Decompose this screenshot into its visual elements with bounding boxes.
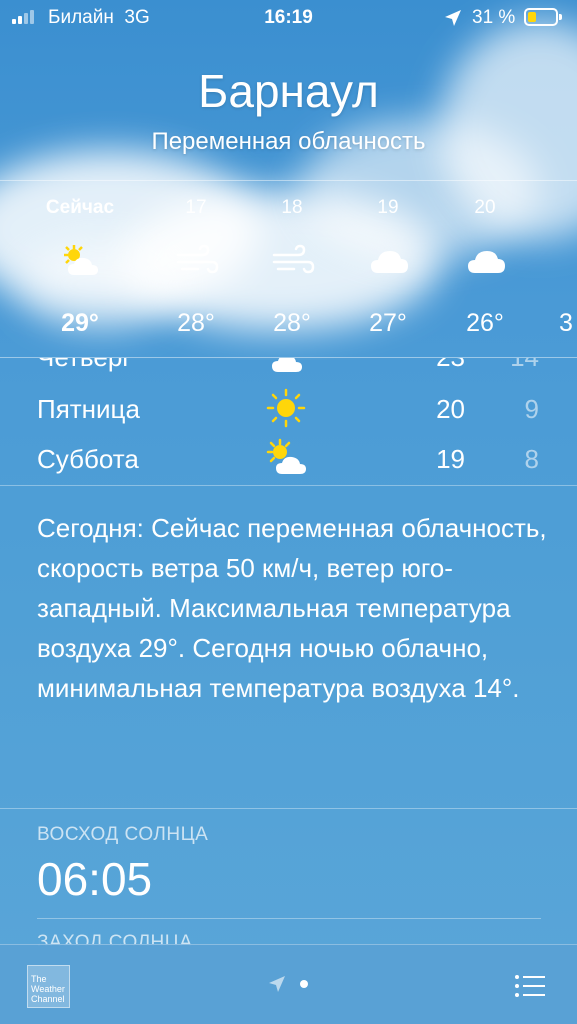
day-name: Четверг (37, 358, 132, 373)
day-high: 20 (436, 394, 465, 424)
hour-temp: 29° (61, 309, 99, 337)
battery-percent: 31 % (472, 7, 516, 28)
logo-text-line: Weather (31, 984, 65, 994)
wind-icon (272, 243, 315, 279)
battery-fill (528, 12, 536, 22)
cloud-icon (465, 243, 505, 279)
forecast-summary: Сегодня: Сейчас переменная облачность, с… (37, 513, 547, 703)
day-low: 9 (524, 394, 539, 424)
city-name: Барнаул (198, 65, 379, 117)
sunrise-value: 06:05 (37, 853, 153, 905)
divider (0, 808, 577, 809)
hour-temp: 27° (369, 309, 407, 337)
hourly-forecast[interactable]: Сейчас 29° 17 28° 18 28° 19 27° 20 26° 3 (0, 180, 577, 358)
hour-temp: 26° (466, 309, 504, 337)
daily-row: Суббота 19 8 (0, 436, 577, 485)
page-dot (300, 980, 308, 988)
location-arrow-icon (269, 976, 285, 992)
day-name: Суббота (37, 444, 139, 474)
logo-text-line: The (31, 974, 47, 984)
hour-label: 20 (474, 197, 496, 218)
day-low: 8 (524, 444, 539, 474)
city-list-icon[interactable] (514, 973, 546, 999)
sunrise-label: ВОСХОД СОЛНЦА (37, 824, 209, 845)
sun-icon (264, 388, 312, 428)
bottom-toolbar: The Weather Channel (0, 944, 577, 1024)
divider (37, 918, 541, 919)
hour-label: 18 (281, 197, 303, 218)
day-high: 23 (405, 358, 465, 373)
partly-sunny-icon (264, 358, 312, 376)
day-name: Пятница (37, 394, 140, 424)
battery-icon (524, 8, 562, 26)
day-low: 14 (499, 358, 539, 373)
hour-label: Сейчас (45, 197, 115, 218)
daily-forecast[interactable]: Четверг 23 14 Пятница 20 9 Суббота 19 8 (0, 358, 577, 486)
hour-temp: 28° (273, 309, 311, 337)
cloud-icon (368, 243, 408, 279)
hour-temp: 3 (559, 309, 573, 337)
weather-channel-logo[interactable]: The Weather Channel (27, 965, 70, 1008)
page-indicator[interactable] (268, 975, 308, 993)
day-high: 19 (436, 444, 465, 474)
current-condition: Переменная облачность (151, 128, 426, 155)
logo-text-line: Channel (31, 994, 65, 1004)
hour-label: 19 (377, 197, 399, 218)
wind-icon (176, 243, 219, 279)
partly-sunny-icon (264, 438, 312, 478)
daily-row: Четверг 23 14 (0, 358, 577, 384)
daily-row: Пятница 20 9 (0, 386, 577, 436)
hour-label: 17 (185, 197, 207, 218)
location-arrow-icon (445, 10, 461, 26)
status-bar: Билайн 3G 16:19 31 % (0, 0, 577, 36)
hour-temp: 28° (177, 309, 215, 337)
partly-sunny-icon (60, 243, 100, 279)
